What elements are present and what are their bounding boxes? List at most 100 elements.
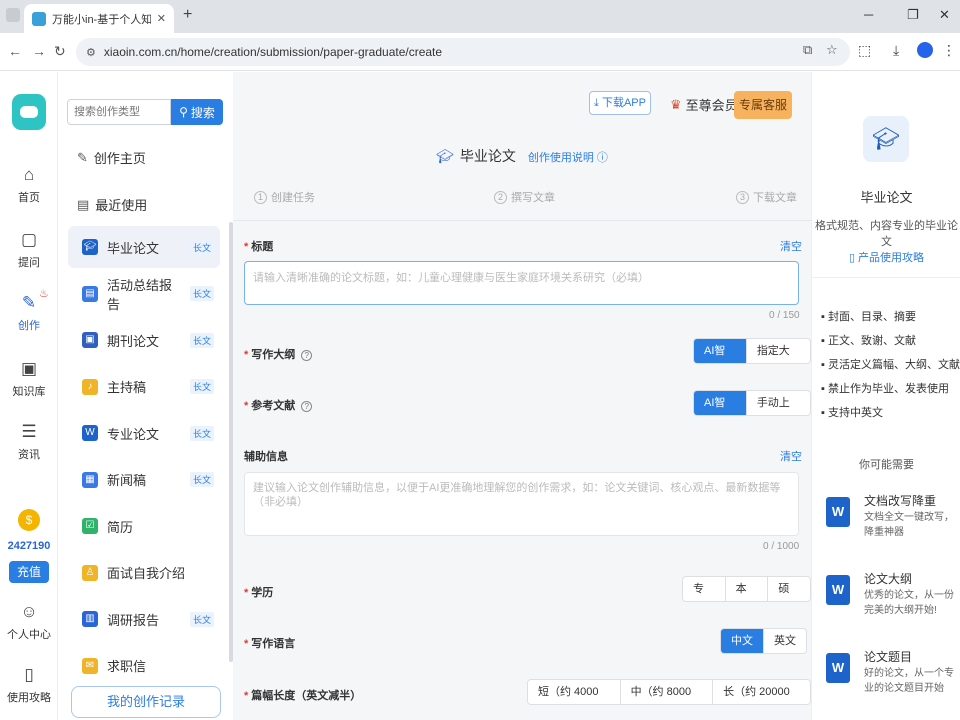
recommendation-card[interactable]: W 论文题目 好的论文，从一个专业的论文题目开始 [824,648,960,706]
recent-icon: ▤ [77,196,90,212]
vip-label: 至尊会员 [685,98,738,113]
sidebar-item[interactable]: ▦ 新闻稿 长文 [68,459,220,501]
long-text-badge: 长文 [189,379,214,394]
aux-info-textarea[interactable]: 建议输入论文创作辅助信息，以便于AI更准确地理解您的创作需求，如：论文关键词、核… [244,472,799,536]
product-info-panel: 🎓︎ 毕业论文 格式规范、内容专业的毕业论文 ▯ 产品使用攻略 ▪ 封面、目录、… [811,72,960,720]
download-app-button[interactable]: ⤓ 下载APP [589,91,651,115]
help-icon[interactable]: ? [301,350,313,361]
download-app-label: 下载APP [601,97,646,109]
letter-icon: ✉ [82,657,98,674]
nav-guide-label: 使用攻略 [7,692,51,704]
new-tab-icon[interactable]: + [183,6,192,24]
sidebar-item[interactable]: ♪ 主持稿 长文 [68,366,220,408]
nav-home[interactable]: ⌂ 首页 [0,165,58,205]
product-guide-link[interactable]: ▯ 产品使用攻略 [812,249,960,265]
search-input[interactable] [67,99,171,125]
graduation-cap-icon: 🎓︎ [82,239,98,255]
long-text-badge: 长文 [189,332,214,348]
reference-ai-option[interactable]: AI智能 [694,391,747,415]
profile-avatar[interactable] [917,42,933,58]
sidebar-item[interactable]: 🎓︎ 毕业论文 长文 [68,226,220,268]
coin-count: 2427190 [7,540,51,552]
edit-icon: ✎ [77,149,88,165]
tab-close-icon[interactable]: ✕ [157,12,166,25]
recommendation-card[interactable]: W 文档改写降重 文档全文一键改写，降重神器 [824,492,960,550]
back-icon[interactable]: ← [8,43,22,59]
recharge-button[interactable]: 充值 [9,561,49,583]
forward-icon[interactable]: → [32,43,46,59]
recommendation-title: 文档改写降重 [864,494,937,508]
language-label-text: 写作语言 [251,638,296,650]
aux-label: 辅助信息 [244,448,288,464]
usage-help-link[interactable]: 创作使用说明 ⓘ [528,152,608,164]
restore-icon[interactable]: ❐ [907,7,919,23]
nav-user-center[interactable]: ☺ 个人中心 [0,602,58,642]
browser-tab[interactable]: 万能小in-基于个人知识库的AI ✕ [24,4,174,33]
length-long-option[interactable]: 长（约 20000字） [713,680,810,704]
sidebar-item[interactable]: ▥ 调研报告 长文 [68,598,220,640]
sidebar-item-label: 求职信 [107,659,147,674]
install-app-icon[interactable]: ⧉ [803,42,812,58]
length-medium-option[interactable]: 中（约 8000字） [621,680,714,704]
sidebar-link-recent[interactable]: ▤ 最近使用 [77,195,147,214]
reload-icon[interactable]: ↻ [54,43,66,60]
language-chinese-option[interactable]: 中文 [721,629,764,653]
help-icon[interactable]: ? [301,401,313,412]
language-toggle: 中文 英文 [720,628,807,654]
search-button-label: 搜索 [190,105,215,120]
sidebar-item[interactable]: ▤ 活动总结报告 长文 [68,273,220,315]
feature-text: 支持中英文 [827,407,883,419]
nav-news[interactable]: ☰ 资讯 [0,422,58,462]
close-window-icon[interactable]: ✕ [939,7,950,23]
url-field[interactable]: ⚙ xiaoin.com.cn/home/creation/submission… [76,38,850,66]
minimize-icon[interactable]: ─ [864,7,873,22]
resume-icon: ☑ [82,518,98,534]
sidebar-item[interactable]: ♙ 面试自我介绍 [68,552,220,594]
clear-title-button[interactable]: 清空 [780,238,802,254]
outline-custom-option[interactable]: 指定大纲 [747,339,810,363]
outline-label-text: 写作大纲 [251,349,296,361]
length-short-option[interactable]: 短（约 4000字） [528,680,621,704]
nav-create[interactable]: ✎ 创作 [0,293,58,333]
sidebar-item-label: 主持稿 [107,380,147,395]
sidebar-item[interactable]: ▣ 期刊论文 长文 [68,319,220,361]
clear-aux-button[interactable]: 清空 [780,448,802,464]
page-title: 🎓︎ 毕业论文 创作使用说明 ⓘ [233,146,811,166]
degree-label-text: 学历 [251,587,274,599]
browser-tab-bar: 万能小in-基于个人知识库的AI ✕ + ─ ❐ ✕ [0,0,960,33]
degree-bachelor-option[interactable]: 本科 [726,577,769,601]
download-icon[interactable]: ⤓ [893,42,899,59]
reference-upload-option[interactable]: 手动上传 [747,391,810,415]
sidebar-link-home[interactable]: ✎ 创作主页 [77,148,146,167]
sidebar-item[interactable]: ☑ 简历 [68,505,220,547]
sidebar-item-label: 活动总结报告 [107,277,173,312]
language-english-option[interactable]: 英文 [764,629,806,653]
step-label: 撰写文章 [511,192,555,204]
outline-ai-option[interactable]: AI智能 [694,339,747,363]
left-nav: ⌂ 首页 ▢ 提问 ✎ 创作 ♨ ▣ 知识库 ☰ 资讯 $ 2427190 充值… [0,72,58,720]
tab-search-icon[interactable] [6,8,20,22]
degree-master-option[interactable]: 硕士 [768,577,810,601]
app-logo[interactable] [12,94,46,130]
nav-knowledge[interactable]: ▣ 知识库 [0,359,58,399]
sidebar-item[interactable]: ✉ 求职信 [68,645,220,687]
recommendation-card[interactable]: W 论文大纲 优秀的论文，从一份完美的大纲开始! [824,570,960,628]
sidebar-link-label: 创作主页 [93,151,146,166]
microphone-icon: ♪ [82,378,98,395]
extensions-icon[interactable]: ⬚ [858,42,871,59]
degree-junior-option[interactable]: 专科 [683,577,726,601]
bookmark-star-icon[interactable]: ☆ [826,42,838,58]
graduation-cap-icon: 🎓︎ [863,116,909,162]
browser-menu-icon[interactable]: ⋮ [942,42,956,59]
nav-ask[interactable]: ▢ 提问 [0,230,58,270]
exclusive-service-button[interactable]: 专属客服 [734,91,792,119]
reference-label: * 参考文献? [244,397,313,413]
sidebar-item[interactable]: W 专业论文 长文 [68,412,220,454]
nav-guide[interactable]: ▯ 使用攻略 [0,665,58,705]
title-input[interactable]: 请输入清晰准确的论文标题，如：儿童心理健康与医生家庭环境关系研究（必填） [244,261,799,305]
my-records-button[interactable]: 我的创作记录 [71,686,221,718]
site-info-icon[interactable]: ⚙ [86,46,96,59]
vip-badge[interactable]: ♛ 至尊会员 [670,95,738,114]
search-button[interactable]: ⚲ 搜索 [171,99,223,125]
title-counter: 0 / 150 [769,310,800,321]
